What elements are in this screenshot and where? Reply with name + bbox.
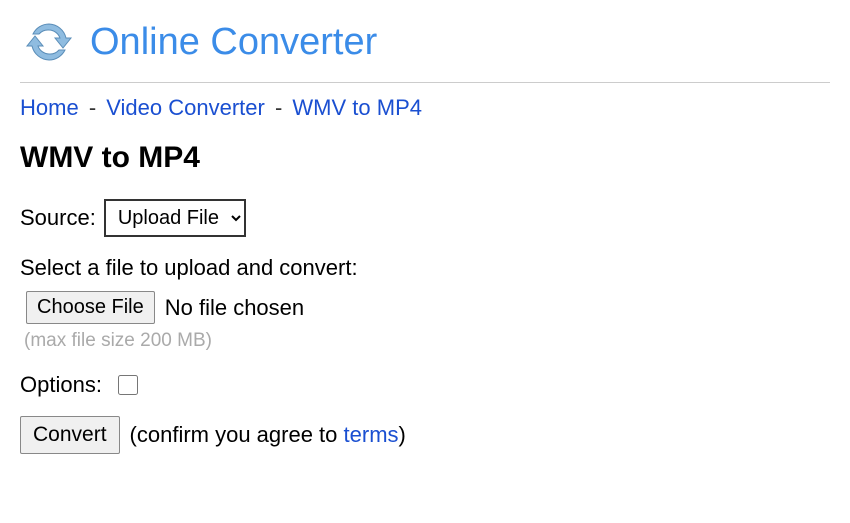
terms-link[interactable]: terms <box>344 422 399 447</box>
confirm-prefix: (confirm you agree to <box>130 422 344 447</box>
convert-button[interactable]: Convert <box>20 416 120 454</box>
file-status: No file chosen <box>165 295 304 321</box>
convert-note: (confirm you agree to terms) <box>130 422 406 448</box>
options-row: Options: <box>20 372 830 398</box>
confirm-suffix: ) <box>399 422 406 447</box>
file-prompt: Select a file to upload and convert: <box>20 255 830 281</box>
choose-file-button[interactable]: Choose File <box>26 291 155 324</box>
max-size-hint: (max file size 200 MB) <box>24 330 830 352</box>
options-checkbox[interactable] <box>118 375 138 395</box>
site-title[interactable]: Online Converter <box>90 21 377 64</box>
convert-row: Convert (confirm you agree to terms) <box>20 416 830 454</box>
site-header: Online Converter <box>20 10 830 74</box>
options-label: Options: <box>20 372 102 398</box>
header-divider <box>20 82 830 83</box>
breadcrumb-home[interactable]: Home <box>20 95 79 120</box>
page-title: WMV to MP4 <box>20 141 830 175</box>
refresh-arrows-icon <box>20 18 78 66</box>
breadcrumb-sep: - <box>89 95 96 120</box>
breadcrumb-video-converter[interactable]: Video Converter <box>106 95 265 120</box>
breadcrumb-current[interactable]: WMV to MP4 <box>292 95 422 120</box>
source-row: Source: Upload File <box>20 199 830 237</box>
source-label: Source: <box>20 205 96 231</box>
breadcrumb: Home - Video Converter - WMV to MP4 <box>20 95 830 121</box>
file-row: Choose File No file chosen <box>20 291 830 324</box>
breadcrumb-sep: - <box>275 95 282 120</box>
source-select[interactable]: Upload File <box>104 199 246 237</box>
